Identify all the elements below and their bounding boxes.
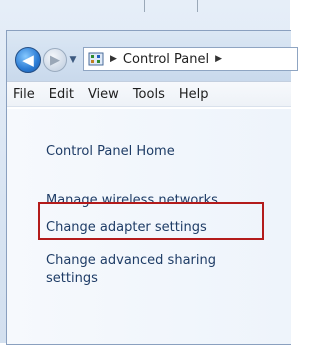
breadcrumb-arrow-icon: ▶: [110, 54, 117, 64]
breadcrumb-arrow-icon[interactable]: ▶: [215, 54, 222, 64]
link-control-panel-home[interactable]: Control Panel Home: [46, 143, 175, 161]
explorer-window: ◀ ▶ ▼ ▶ Control Panel ▶ File Edit View T…: [6, 30, 298, 345]
address-bar[interactable]: ▶ Control Panel ▶: [83, 47, 298, 71]
menu-help[interactable]: Help: [172, 87, 216, 102]
chevron-down-icon[interactable]: ▼: [68, 53, 78, 67]
link-change-advanced-sharing[interactable]: Change advanced sharing settings: [46, 252, 216, 288]
menu-file[interactable]: File: [7, 87, 42, 102]
link-line-2: settings: [46, 271, 98, 286]
menu-tools[interactable]: Tools: [126, 87, 172, 102]
menu-edit[interactable]: Edit: [42, 87, 81, 102]
menu-view[interactable]: View: [81, 87, 126, 102]
control-panel-icon: [88, 51, 104, 67]
menu-bar: File Edit View Tools Help: [7, 81, 291, 107]
back-arrow-icon[interactable]: ◀: [15, 47, 41, 73]
forward-arrow-icon[interactable]: ▶: [43, 48, 67, 72]
link-line-1: Change advanced sharing: [46, 253, 216, 268]
annotation-highlight-box: [38, 202, 264, 240]
breadcrumb-control-panel[interactable]: Control Panel: [123, 52, 209, 67]
window-edge-decoration: [144, 0, 198, 12]
navigation-bar: ◀ ▶ ▼ ▶ Control Panel ▶: [7, 31, 298, 81]
